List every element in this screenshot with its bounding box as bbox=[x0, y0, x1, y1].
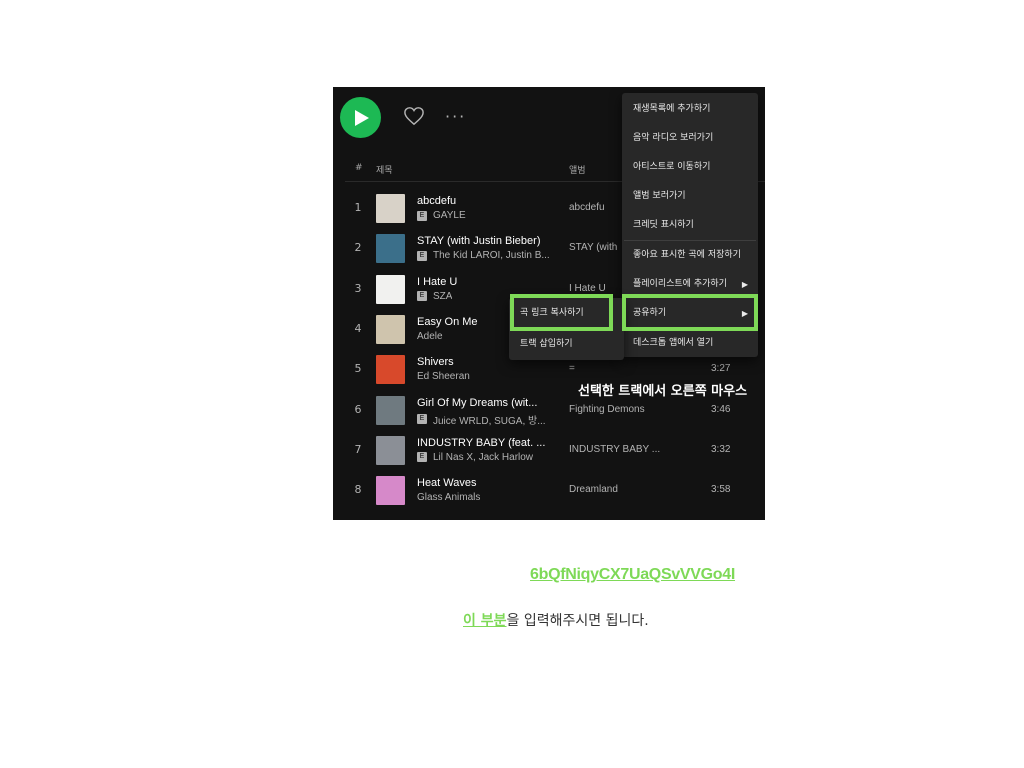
menu-item-label: 크레딧 표시하기 bbox=[633, 220, 694, 230]
explicit-badge: E bbox=[417, 250, 427, 261]
track-number: 5 bbox=[354, 362, 362, 376]
track-number: 6 bbox=[354, 402, 362, 416]
artist-line: E Lil Nas X, Jack Harlow bbox=[417, 452, 557, 463]
context-menu-item[interactable]: 데스크톱 앱에서 열기 bbox=[622, 329, 758, 358]
track-album[interactable]: INDUSTRY BABY ... bbox=[569, 444, 664, 455]
submenu-arrow-icon: ▶ bbox=[741, 280, 748, 289]
track-artist[interactable]: GAYLE bbox=[433, 210, 466, 221]
track-number: 2 bbox=[354, 241, 362, 255]
menu-item-label: 아티스트로 이동하기 bbox=[633, 162, 711, 172]
instruction-rest: 을 입력해주시면 됩니다. bbox=[506, 613, 649, 629]
heart-icon[interactable] bbox=[403, 106, 425, 126]
album-art bbox=[376, 476, 405, 506]
page: ··· # 제목 앨범 1 abcdefu E GAYLE abcdefu 2 STAY (… bbox=[0, 0, 1024, 768]
album-art bbox=[376, 194, 405, 223]
context-menu-item[interactable]: 좋아요 표시한 곡에 저장하기 bbox=[622, 241, 758, 270]
track-artist[interactable]: Adele bbox=[417, 331, 443, 342]
menu-item-label: 트랙 삽입하기 bbox=[520, 339, 573, 349]
track-album[interactable]: Dreamland bbox=[569, 484, 664, 495]
spotify-screenshot: ··· # 제목 앨범 1 abcdefu E GAYLE abcdefu 2 STAY (… bbox=[333, 87, 765, 520]
track-number: 7 bbox=[354, 442, 362, 456]
more-options-icon[interactable]: ··· bbox=[445, 107, 466, 127]
track-artist[interactable]: Lil Nas X, Jack Harlow bbox=[433, 452, 533, 463]
context-menu-item[interactable]: 재생목록에 추가하기 bbox=[622, 95, 758, 124]
track-row[interactable]: 7 INDUSTRY BABY (feat. ... E Lil Nas X, Jac… bbox=[333, 430, 765, 470]
album-art bbox=[376, 314, 405, 344]
album-art bbox=[376, 234, 405, 264]
track-number: 4 bbox=[354, 321, 362, 335]
share-menu-item[interactable]: 곡 링크 복사하기 bbox=[509, 298, 624, 329]
menu-item-label: 플레이리스트에 추가하기 bbox=[633, 279, 727, 289]
track-number: 3 bbox=[354, 281, 362, 295]
track-artist[interactable]: The Kid LAROI, Justin B... bbox=[433, 250, 550, 261]
artist-line: Glass Animals bbox=[417, 492, 557, 503]
track-number: 8 bbox=[354, 483, 362, 497]
explicit-badge: E bbox=[417, 210, 427, 221]
share-submenu: 곡 링크 복사하기트랙 삽입하기 bbox=[509, 298, 624, 360]
album-art bbox=[376, 435, 405, 465]
artist-line: E Juice WRLD, SUGA, 방... bbox=[417, 412, 557, 427]
album-art bbox=[376, 355, 405, 385]
track-artist[interactable]: SZA bbox=[433, 291, 452, 302]
play-icon bbox=[355, 109, 369, 126]
album-art bbox=[376, 274, 405, 304]
explicit-badge: E bbox=[417, 414, 427, 424]
context-menu-item[interactable]: 크레딧 표시하기 bbox=[622, 211, 758, 240]
track-title: Girl Of My Dreams (wit... bbox=[417, 396, 538, 409]
menu-item-label: 공유하기 bbox=[633, 308, 667, 318]
context-menu: 재생목록에 추가하기음악 라디오 보러가기아티스트로 이동하기앨범 보러가기크레… bbox=[622, 93, 758, 357]
album-art bbox=[376, 395, 405, 425]
menu-item-label: 음악 라디오 보러가기 bbox=[633, 133, 714, 143]
track-id-link[interactable]: 6bQfNiqyCX7UaQSvVVGo4I bbox=[530, 566, 735, 584]
track-duration: 3:27 bbox=[711, 363, 731, 375]
menu-item-label: 좋아요 표시한 곡에 저장하기 bbox=[633, 250, 741, 260]
menu-item-label: 곡 링크 복사하기 bbox=[520, 308, 584, 318]
explicit-badge: E bbox=[417, 452, 427, 463]
track-artist[interactable]: Juice WRLD, SUGA, 방... bbox=[433, 412, 546, 427]
this-part-link[interactable]: 이 부분 bbox=[463, 613, 507, 629]
track-album[interactable]: = bbox=[569, 363, 664, 374]
artist-line: E GAYLE bbox=[417, 210, 557, 221]
overlay-caption: 선택한 트랙에서 오른쪽 마우스 bbox=[578, 384, 748, 399]
track-title: Heat Waves bbox=[417, 477, 477, 490]
submenu-arrow-icon: ▶ bbox=[741, 309, 748, 318]
track-duration: 3:46 bbox=[711, 403, 731, 415]
artist-line: Ed Sheeran bbox=[417, 371, 557, 382]
share-menu-item[interactable]: 트랙 삽입하기 bbox=[509, 329, 624, 360]
instruction-text: 이 부분을 입력해주시면 됩니다. bbox=[463, 610, 649, 630]
track-artist[interactable]: Ed Sheeran bbox=[417, 371, 470, 382]
track-title: STAY (with Justin Bieber) bbox=[417, 235, 541, 248]
track-artist[interactable]: Glass Animals bbox=[417, 492, 480, 503]
column-index-header: # bbox=[355, 163, 363, 173]
column-title-header: 제목 bbox=[376, 166, 393, 176]
explicit-badge: E bbox=[417, 291, 427, 302]
track-duration: 3:58 bbox=[711, 484, 731, 496]
context-menu-item[interactable]: 아티스트로 이동하기 bbox=[622, 153, 758, 182]
track-title: abcdefu bbox=[417, 195, 457, 207]
context-menu-item[interactable]: 공유하기 ▶ bbox=[622, 299, 758, 328]
context-menu-item[interactable]: 플레이리스트에 추가하기 ▶ bbox=[622, 270, 758, 299]
menu-item-label: 재생목록에 추가하기 bbox=[633, 104, 711, 114]
context-menu-item[interactable]: 앨범 보러가기 bbox=[622, 182, 758, 211]
track-title: INDUSTRY BABY (feat. ... bbox=[417, 436, 546, 449]
menu-item-label: 데스크톱 앱에서 열기 bbox=[633, 338, 714, 348]
track-album[interactable]: Fighting Demons bbox=[569, 404, 664, 415]
play-button[interactable] bbox=[340, 97, 381, 138]
menu-item-label: 앨범 보러가기 bbox=[633, 191, 686, 201]
artist-line: E The Kid LAROI, Justin B... bbox=[417, 250, 557, 261]
track-title: I Hate U bbox=[417, 275, 458, 288]
context-menu-item[interactable]: 음악 라디오 보러가기 bbox=[622, 124, 758, 153]
track-row[interactable]: 8 Heat Waves Glass Animals Dreamland 3:58 bbox=[333, 470, 765, 510]
track-duration: 3:32 bbox=[711, 443, 731, 455]
column-album-header: 앨범 bbox=[569, 166, 586, 176]
track-number: 1 bbox=[354, 201, 362, 214]
